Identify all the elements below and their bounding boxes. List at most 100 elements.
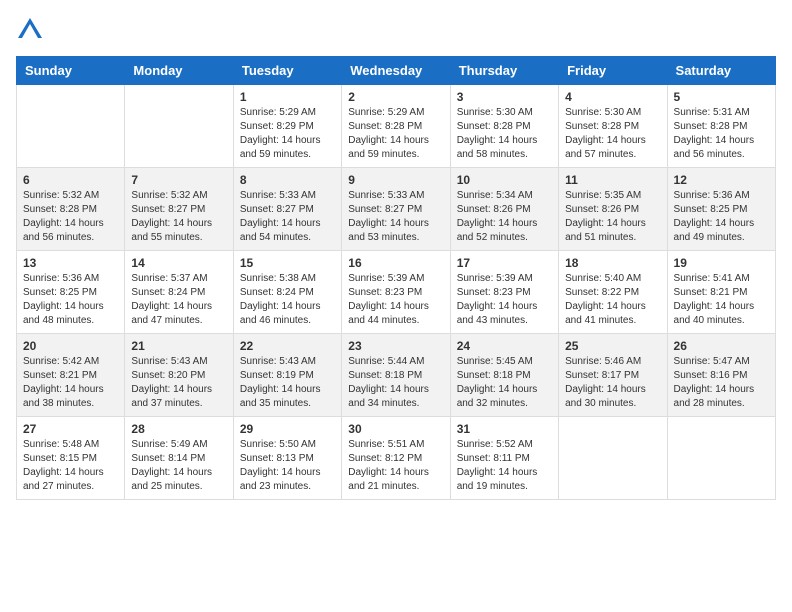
- calendar-cell: 3 Sunrise: 5:30 AM Sunset: 8:28 PM Daylig…: [450, 85, 558, 168]
- calendar-header-row: SundayMondayTuesdayWednesdayThursdayFrid…: [17, 57, 776, 85]
- calendar-cell: 9 Sunrise: 5:33 AM Sunset: 8:27 PM Daylig…: [342, 168, 450, 251]
- calendar-cell: [17, 85, 125, 168]
- day-info: Sunrise: 5:31 AM Sunset: 8:28 PM Dayligh…: [674, 106, 769, 162]
- calendar-cell: 7 Sunrise: 5:32 AM Sunset: 8:27 PM Daylig…: [125, 168, 233, 251]
- calendar-cell: [559, 417, 667, 500]
- day-info: Sunrise: 5:43 AM Sunset: 8:19 PM Dayligh…: [240, 355, 335, 411]
- day-info: Sunrise: 5:37 AM Sunset: 8:24 PM Dayligh…: [131, 272, 226, 328]
- day-info: Sunrise: 5:38 AM Sunset: 8:24 PM Dayligh…: [240, 272, 335, 328]
- calendar-cell: 4 Sunrise: 5:30 AM Sunset: 8:28 PM Daylig…: [559, 85, 667, 168]
- calendar-cell: 1Sunrise: 5:29 AM Sunset: 8:29 PM Daylig…: [233, 85, 341, 168]
- day-of-week-header: Tuesday: [233, 57, 341, 85]
- calendar-cell: 21 Sunrise: 5:43 AM Sunset: 8:20 PM Dayli…: [125, 334, 233, 417]
- calendar-week-row: 27 Sunrise: 5:48 AM Sunset: 8:15 PM Dayli…: [17, 417, 776, 500]
- day-of-week-header: Sunday: [17, 57, 125, 85]
- day-info: Sunrise: 5:33 AM Sunset: 8:27 PM Dayligh…: [240, 189, 335, 245]
- day-info: Sunrise: 5:35 AM Sunset: 8:26 PM Dayligh…: [565, 189, 660, 245]
- calendar-cell: 25Sunrise: 5:46 AM Sunset: 8:17 PM Dayli…: [559, 334, 667, 417]
- day-number: 19: [674, 256, 769, 270]
- calendar-week-row: 1Sunrise: 5:29 AM Sunset: 8:29 PM Daylig…: [17, 85, 776, 168]
- day-of-week-header: Thursday: [450, 57, 558, 85]
- calendar-cell: 13 Sunrise: 5:36 AM Sunset: 8:25 PM Dayli…: [17, 251, 125, 334]
- calendar-cell: 2Sunrise: 5:29 AM Sunset: 8:28 PM Daylig…: [342, 85, 450, 168]
- day-number: 30: [348, 422, 443, 436]
- day-info: Sunrise: 5:32 AM Sunset: 8:27 PM Dayligh…: [131, 189, 226, 245]
- day-of-week-header: Monday: [125, 57, 233, 85]
- logo-icon: [16, 16, 44, 44]
- calendar-cell: 27 Sunrise: 5:48 AM Sunset: 8:15 PM Dayli…: [17, 417, 125, 500]
- calendar-cell: 22Sunrise: 5:43 AM Sunset: 8:19 PM Dayli…: [233, 334, 341, 417]
- calendar-cell: 11Sunrise: 5:35 AM Sunset: 8:26 PM Dayli…: [559, 168, 667, 251]
- calendar-cell: [667, 417, 775, 500]
- logo: [16, 16, 46, 44]
- day-number: 5: [674, 90, 769, 104]
- day-info: Sunrise: 5:49 AM Sunset: 8:14 PM Dayligh…: [131, 438, 226, 494]
- day-info: Sunrise: 5:52 AM Sunset: 8:11 PM Dayligh…: [457, 438, 552, 494]
- day-number: 8: [240, 173, 335, 187]
- day-number: 16: [348, 256, 443, 270]
- calendar-cell: 14 Sunrise: 5:37 AM Sunset: 8:24 PM Dayli…: [125, 251, 233, 334]
- day-number: 9: [348, 173, 443, 187]
- day-info: Sunrise: 5:43 AM Sunset: 8:20 PM Dayligh…: [131, 355, 226, 411]
- day-info: Sunrise: 5:32 AM Sunset: 8:28 PM Dayligh…: [23, 189, 118, 245]
- calendar-week-row: 6 Sunrise: 5:32 AM Sunset: 8:28 PM Daylig…: [17, 168, 776, 251]
- page-header: [16, 16, 776, 44]
- day-info: Sunrise: 5:30 AM Sunset: 8:28 PM Dayligh…: [565, 106, 660, 162]
- day-number: 12: [674, 173, 769, 187]
- calendar-cell: 5 Sunrise: 5:31 AM Sunset: 8:28 PM Daylig…: [667, 85, 775, 168]
- calendar-cell: 17 Sunrise: 5:39 AM Sunset: 8:23 PM Dayli…: [450, 251, 558, 334]
- calendar-cell: 8 Sunrise: 5:33 AM Sunset: 8:27 PM Daylig…: [233, 168, 341, 251]
- day-info: Sunrise: 5:40 AM Sunset: 8:22 PM Dayligh…: [565, 272, 660, 328]
- calendar-cell: 16Sunrise: 5:39 AM Sunset: 8:23 PM Dayli…: [342, 251, 450, 334]
- day-info: Sunrise: 5:46 AM Sunset: 8:17 PM Dayligh…: [565, 355, 660, 411]
- day-info: Sunrise: 5:33 AM Sunset: 8:27 PM Dayligh…: [348, 189, 443, 245]
- calendar-week-row: 20 Sunrise: 5:42 AM Sunset: 8:21 PM Dayli…: [17, 334, 776, 417]
- day-number: 14: [131, 256, 226, 270]
- calendar-cell: 18 Sunrise: 5:40 AM Sunset: 8:22 PM Dayli…: [559, 251, 667, 334]
- day-info: Sunrise: 5:47 AM Sunset: 8:16 PM Dayligh…: [674, 355, 769, 411]
- day-info: Sunrise: 5:41 AM Sunset: 8:21 PM Dayligh…: [674, 272, 769, 328]
- day-info: Sunrise: 5:50 AM Sunset: 8:13 PM Dayligh…: [240, 438, 335, 494]
- calendar-cell: 26 Sunrise: 5:47 AM Sunset: 8:16 PM Dayli…: [667, 334, 775, 417]
- calendar-cell: [125, 85, 233, 168]
- calendar-cell: 29 Sunrise: 5:50 AM Sunset: 8:13 PM Dayli…: [233, 417, 341, 500]
- day-of-week-header: Wednesday: [342, 57, 450, 85]
- day-info: Sunrise: 5:34 AM Sunset: 8:26 PM Dayligh…: [457, 189, 552, 245]
- calendar-cell: 15 Sunrise: 5:38 AM Sunset: 8:24 PM Dayli…: [233, 251, 341, 334]
- day-number: 15: [240, 256, 335, 270]
- day-info: Sunrise: 5:44 AM Sunset: 8:18 PM Dayligh…: [348, 355, 443, 411]
- day-number: 21: [131, 339, 226, 353]
- day-info: Sunrise: 5:29 AM Sunset: 8:29 PM Dayligh…: [240, 106, 335, 162]
- day-number: 3: [457, 90, 552, 104]
- day-of-week-header: Friday: [559, 57, 667, 85]
- day-info: Sunrise: 5:36 AM Sunset: 8:25 PM Dayligh…: [674, 189, 769, 245]
- day-number: 23: [348, 339, 443, 353]
- day-info: Sunrise: 5:42 AM Sunset: 8:21 PM Dayligh…: [23, 355, 118, 411]
- day-number: 28: [131, 422, 226, 436]
- day-number: 26: [674, 339, 769, 353]
- calendar-cell: 10Sunrise: 5:34 AM Sunset: 8:26 PM Dayli…: [450, 168, 558, 251]
- day-info: Sunrise: 5:48 AM Sunset: 8:15 PM Dayligh…: [23, 438, 118, 494]
- day-info: Sunrise: 5:51 AM Sunset: 8:12 PM Dayligh…: [348, 438, 443, 494]
- day-info: Sunrise: 5:39 AM Sunset: 8:23 PM Dayligh…: [457, 272, 552, 328]
- calendar-cell: 31 Sunrise: 5:52 AM Sunset: 8:11 PM Dayli…: [450, 417, 558, 500]
- day-number: 13: [23, 256, 118, 270]
- day-info: Sunrise: 5:30 AM Sunset: 8:28 PM Dayligh…: [457, 106, 552, 162]
- day-number: 17: [457, 256, 552, 270]
- day-number: 29: [240, 422, 335, 436]
- calendar-table: SundayMondayTuesdayWednesdayThursdayFrid…: [16, 56, 776, 500]
- day-number: 24: [457, 339, 552, 353]
- day-info: Sunrise: 5:36 AM Sunset: 8:25 PM Dayligh…: [23, 272, 118, 328]
- day-info: Sunrise: 5:45 AM Sunset: 8:18 PM Dayligh…: [457, 355, 552, 411]
- day-number: 7: [131, 173, 226, 187]
- day-number: 6: [23, 173, 118, 187]
- day-number: 18: [565, 256, 660, 270]
- calendar-cell: 30 Sunrise: 5:51 AM Sunset: 8:12 PM Dayli…: [342, 417, 450, 500]
- day-number: 20: [23, 339, 118, 353]
- calendar-cell: 23 Sunrise: 5:44 AM Sunset: 8:18 PM Dayli…: [342, 334, 450, 417]
- day-number: 27: [23, 422, 118, 436]
- day-number: 31: [457, 422, 552, 436]
- calendar-cell: 24 Sunrise: 5:45 AM Sunset: 8:18 PM Dayli…: [450, 334, 558, 417]
- calendar-cell: 12 Sunrise: 5:36 AM Sunset: 8:25 PM Dayli…: [667, 168, 775, 251]
- day-number: 4: [565, 90, 660, 104]
